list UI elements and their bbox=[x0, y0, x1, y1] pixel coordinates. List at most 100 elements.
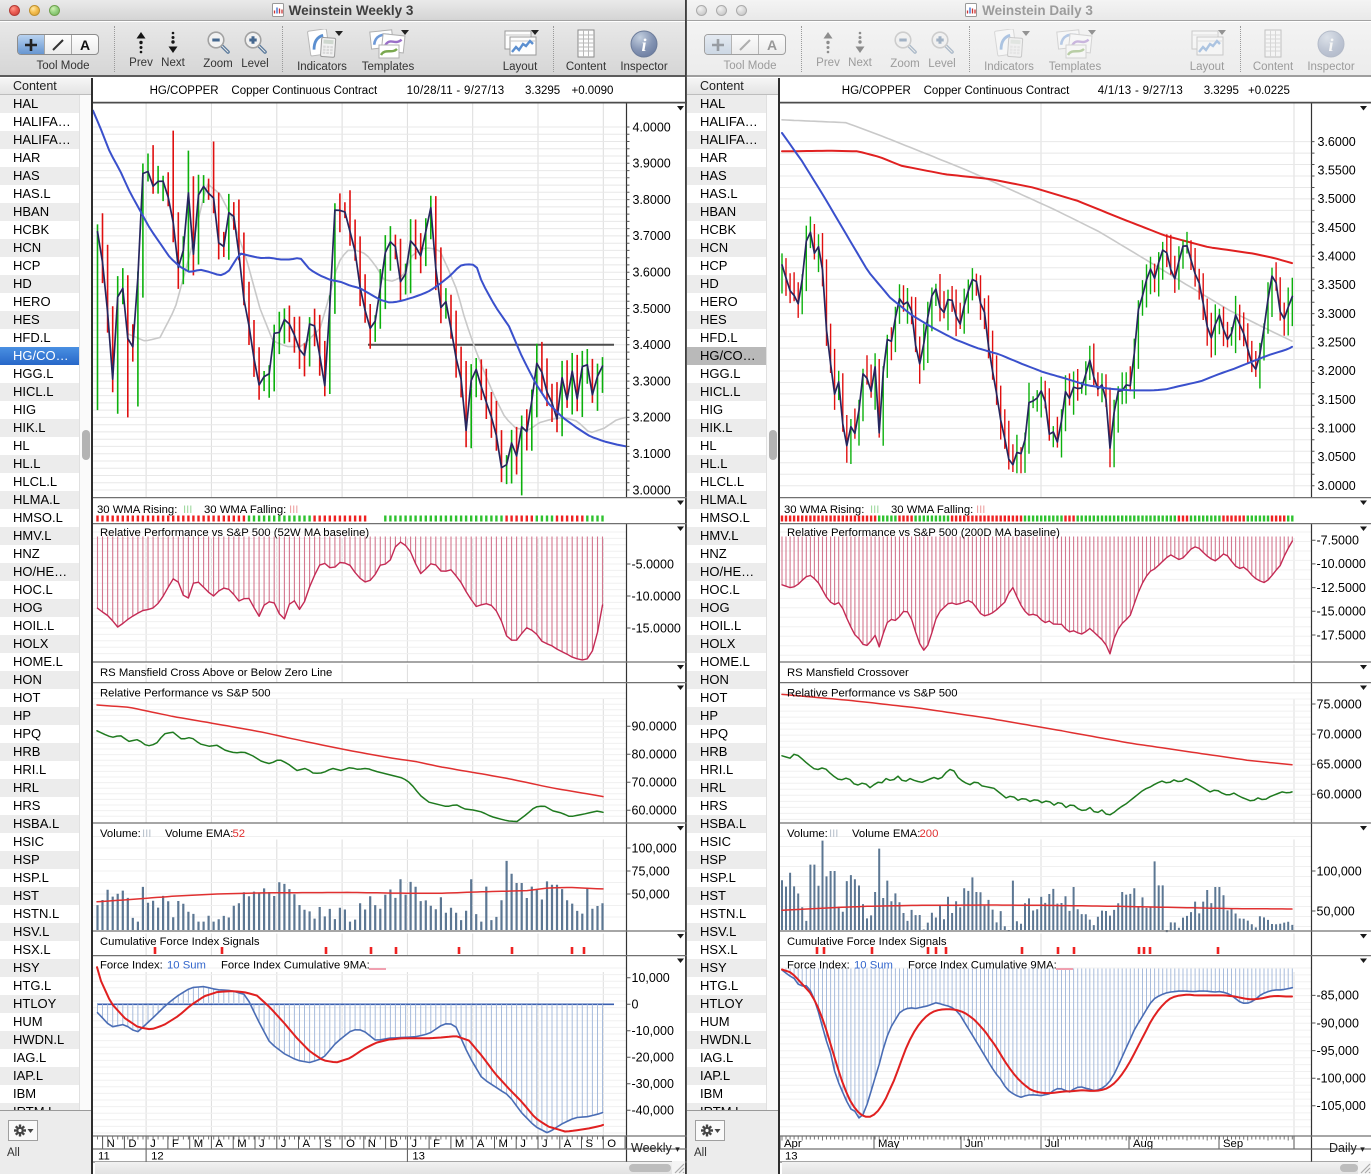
svg-text:III: III bbox=[289, 504, 298, 516]
svg-text:J: J bbox=[542, 1138, 548, 1150]
svg-text:100,000: 100,000 bbox=[632, 841, 677, 855]
svg-text:A: A bbox=[215, 1138, 223, 1150]
svg-text:Cumulative Force Index Signals: Cumulative Force Index Signals bbox=[787, 936, 947, 948]
svg-text:-15.0000: -15.0000 bbox=[632, 621, 681, 635]
svg-text:65.0000: 65.0000 bbox=[1317, 758, 1362, 772]
svg-text:-12.5000: -12.5000 bbox=[1317, 581, 1366, 595]
svg-text:III: III bbox=[976, 504, 985, 516]
svg-text:-10,000: -10,000 bbox=[632, 1024, 674, 1038]
svg-text:3.1000: 3.1000 bbox=[1318, 422, 1356, 436]
svg-text:O: O bbox=[607, 1138, 616, 1150]
svg-text:-15.0000: -15.0000 bbox=[1317, 605, 1366, 619]
svg-text:75.0000: 75.0000 bbox=[1317, 697, 1362, 711]
svg-text:F: F bbox=[172, 1138, 179, 1150]
svg-text:3.0000: 3.0000 bbox=[633, 483, 671, 497]
svg-text:A: A bbox=[303, 1138, 311, 1150]
svg-text:III: III bbox=[829, 828, 838, 840]
svg-text:3.4000: 3.4000 bbox=[633, 338, 671, 352]
svg-text:Volume:: Volume: bbox=[100, 828, 141, 840]
svg-text:80.0000: 80.0000 bbox=[632, 748, 677, 762]
svg-text:30 WMA Falling:: 30 WMA Falling: bbox=[891, 504, 973, 516]
svg-text:May: May bbox=[878, 1138, 900, 1150]
svg-text:M: M bbox=[237, 1138, 246, 1150]
svg-text:RS Mansfield Cross Above or Be: RS Mansfield Cross Above or Below Zero L… bbox=[100, 667, 332, 679]
svg-text:J: J bbox=[520, 1138, 526, 1150]
svg-text:10 Sum: 10 Sum bbox=[854, 960, 893, 972]
svg-text:30 WMA Rising:: 30 WMA Rising: bbox=[784, 504, 864, 516]
svg-text:4.0000: 4.0000 bbox=[633, 120, 671, 134]
svg-text:3.5500: 3.5500 bbox=[1318, 164, 1356, 178]
svg-text:3.3000: 3.3000 bbox=[1318, 307, 1356, 321]
svg-text:S: S bbox=[324, 1138, 332, 1150]
svg-text:13: 13 bbox=[785, 1151, 798, 1163]
svg-text:J: J bbox=[150, 1138, 156, 1150]
svg-text:Force Index:: Force Index: bbox=[100, 960, 163, 972]
svg-text:3.1500: 3.1500 bbox=[1318, 393, 1356, 407]
svg-text:J: J bbox=[259, 1138, 265, 1150]
svg-text:12: 12 bbox=[151, 1151, 164, 1163]
svg-text:60.0000: 60.0000 bbox=[632, 804, 677, 818]
svg-text:S: S bbox=[586, 1138, 594, 1150]
svg-text:F: F bbox=[433, 1138, 440, 1150]
svg-text:52: 52 bbox=[233, 828, 246, 840]
svg-text:Volume EMA:: Volume EMA: bbox=[852, 828, 920, 840]
svg-text:J: J bbox=[281, 1138, 287, 1150]
svg-text:13: 13 bbox=[412, 1151, 425, 1163]
svg-text:-10.0000: -10.0000 bbox=[1317, 557, 1366, 571]
svg-text:10 Sum: 10 Sum bbox=[167, 960, 206, 972]
svg-text:M: M bbox=[194, 1138, 203, 1150]
svg-text:-105,000: -105,000 bbox=[1317, 1099, 1366, 1113]
svg-text:3.2000: 3.2000 bbox=[633, 411, 671, 425]
svg-text:30 WMA Falling:: 30 WMA Falling: bbox=[204, 504, 286, 516]
svg-text:III: III bbox=[183, 504, 192, 516]
svg-text:100,000: 100,000 bbox=[1317, 864, 1362, 878]
svg-text:Force Index:: Force Index: bbox=[787, 960, 850, 972]
svg-text:Relative Performance vs S&P 50: Relative Performance vs S&P 500 (200D MA… bbox=[787, 527, 1060, 539]
svg-text:-100,000: -100,000 bbox=[1317, 1072, 1366, 1086]
svg-text:3.9000: 3.9000 bbox=[633, 157, 671, 171]
svg-text:-5.0000: -5.0000 bbox=[632, 557, 674, 571]
svg-text:D: D bbox=[390, 1138, 398, 1150]
svg-text:3.3000: 3.3000 bbox=[633, 374, 671, 388]
svg-text:11: 11 bbox=[98, 1151, 110, 1163]
svg-text:Jun: Jun bbox=[965, 1138, 983, 1150]
svg-text:Relative Performance vs S&P 50: Relative Performance vs S&P 500 (52W MA … bbox=[100, 527, 369, 539]
svg-text:3.3500: 3.3500 bbox=[1318, 278, 1356, 292]
svg-text:Relative Performance vs S&P 50: Relative Performance vs S&P 500 bbox=[100, 688, 271, 700]
svg-text:Force Index Cumulative 9MA:: Force Index Cumulative 9MA: bbox=[908, 960, 1057, 972]
svg-text:3.5000: 3.5000 bbox=[1318, 192, 1356, 206]
svg-text:3.4500: 3.4500 bbox=[1318, 221, 1356, 235]
svg-text:3.6000: 3.6000 bbox=[1318, 135, 1356, 149]
svg-text:90.0000: 90.0000 bbox=[632, 720, 677, 734]
svg-text:-10.0000: -10.0000 bbox=[632, 589, 681, 603]
svg-text:-20,000: -20,000 bbox=[632, 1051, 674, 1065]
svg-text:75,000: 75,000 bbox=[632, 864, 670, 878]
svg-text:Jul: Jul bbox=[1045, 1138, 1059, 1150]
svg-text:60.0000: 60.0000 bbox=[1317, 788, 1362, 802]
svg-text:III: III bbox=[142, 828, 151, 840]
svg-text:-30,000: -30,000 bbox=[632, 1077, 674, 1091]
svg-text:-17.5000: -17.5000 bbox=[1317, 628, 1366, 642]
svg-text:3.0000: 3.0000 bbox=[1318, 479, 1356, 493]
svg-text:-7.5000: -7.5000 bbox=[1317, 534, 1359, 548]
svg-text:0: 0 bbox=[632, 998, 639, 1012]
svg-text:A: A bbox=[564, 1138, 572, 1150]
svg-text:Aug: Aug bbox=[1133, 1138, 1153, 1150]
svg-text:Sep: Sep bbox=[1223, 1138, 1243, 1150]
svg-text:3.5000: 3.5000 bbox=[633, 302, 671, 316]
svg-text:3.4000: 3.4000 bbox=[1318, 250, 1356, 264]
svg-text:Cumulative Force Index Signals: Cumulative Force Index Signals bbox=[100, 936, 260, 948]
svg-text:70.0000: 70.0000 bbox=[632, 776, 677, 790]
svg-text:3.7000: 3.7000 bbox=[633, 229, 671, 243]
svg-text:3.2000: 3.2000 bbox=[1318, 364, 1356, 378]
svg-text:-40,000: -40,000 bbox=[632, 1104, 674, 1118]
svg-text:N: N bbox=[107, 1138, 115, 1150]
svg-text:-85,000: -85,000 bbox=[1317, 989, 1359, 1003]
svg-text:-95,000: -95,000 bbox=[1317, 1044, 1359, 1058]
svg-text:A: A bbox=[477, 1138, 485, 1150]
svg-text:200: 200 bbox=[920, 828, 939, 840]
svg-text:Force Index Cumulative 9MA:: Force Index Cumulative 9MA: bbox=[221, 960, 370, 972]
svg-text:RS Mansfield Crossover: RS Mansfield Crossover bbox=[787, 667, 909, 679]
svg-text:Relative Performance vs S&P 50: Relative Performance vs S&P 500 bbox=[787, 688, 958, 700]
svg-text:3.2500: 3.2500 bbox=[1318, 336, 1356, 350]
